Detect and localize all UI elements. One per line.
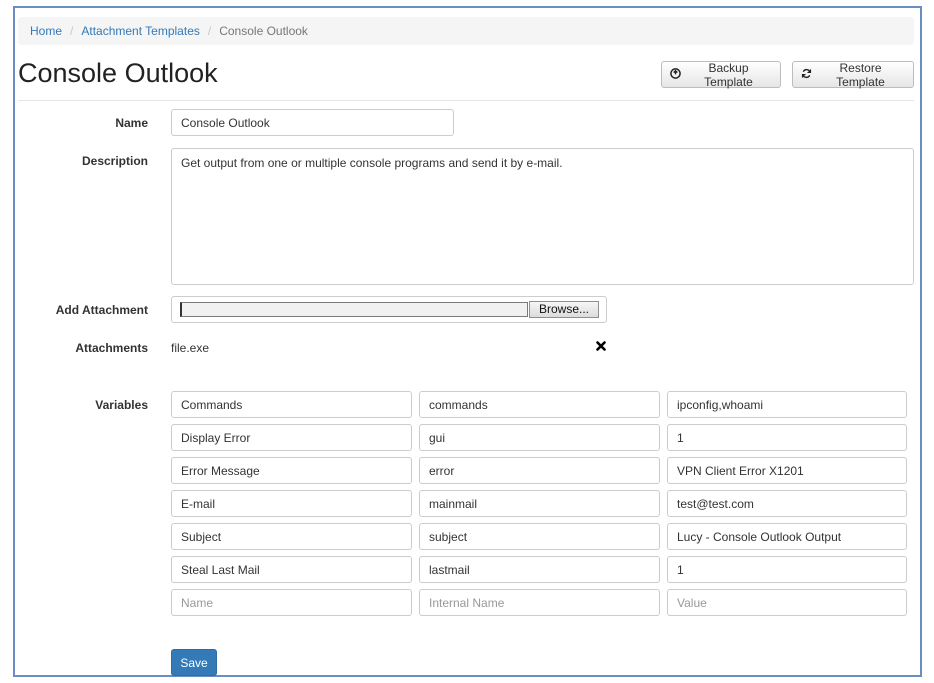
breadcrumb-attachment-templates[interactable]: Attachment Templates (81, 24, 200, 38)
variable-value-input[interactable] (667, 556, 907, 583)
variable-internal-input[interactable] (419, 490, 660, 517)
variable-internal-input[interactable] (419, 457, 660, 484)
variable-value-input[interactable] (667, 490, 907, 517)
backup-template-button[interactable]: Backup Template (661, 60, 781, 89)
header-divider (18, 100, 914, 101)
breadcrumb-current: Console Outlook (219, 24, 308, 38)
variable-internal-input[interactable] (419, 556, 660, 583)
variable-value-input[interactable] (667, 424, 907, 451)
attachments-label: Attachments (75, 341, 148, 355)
name-label: Name (115, 116, 148, 130)
breadcrumb: Home / Attachment Templates / Console Ou… (18, 17, 914, 45)
new-variable-value-input[interactable] (667, 589, 907, 616)
file-upload: Browse... (171, 296, 607, 323)
save-button[interactable]: Save (171, 649, 217, 676)
description-label: Description (81, 154, 148, 168)
variable-name-input[interactable] (171, 457, 412, 484)
variable-internal-input[interactable] (419, 424, 660, 451)
variable-value-input[interactable] (667, 457, 907, 484)
new-variable-internal-input[interactable] (419, 589, 660, 616)
add-attachment-label: Add Attachment (55, 303, 148, 317)
variables-label: Variables (95, 398, 148, 412)
backup-template-label: Backup Template (704, 60, 753, 89)
arrow-circle-icon (670, 67, 681, 82)
breadcrumb-separator: / (70, 24, 74, 38)
variable-name-input[interactable] (171, 391, 412, 418)
close-icon[interactable] (596, 339, 608, 353)
variable-name-input[interactable] (171, 523, 412, 550)
variable-internal-input[interactable] (419, 391, 660, 418)
variable-name-input[interactable] (171, 556, 412, 583)
breadcrumb-home[interactable]: Home (30, 24, 62, 38)
variable-name-input[interactable] (171, 424, 412, 451)
description-textarea[interactable]: Get output from one or multiple console … (171, 148, 914, 285)
file-path-field[interactable] (180, 302, 528, 317)
variable-value-input[interactable] (667, 523, 907, 550)
refresh-icon (801, 68, 812, 82)
breadcrumb-separator: / (207, 24, 212, 38)
restore-template-button[interactable]: Restore Template (792, 60, 914, 89)
attachment-filename: file.exe (171, 341, 210, 355)
new-variable-name-input[interactable] (171, 589, 412, 616)
name-input[interactable] (171, 109, 454, 136)
browse-button[interactable]: Browse... (529, 301, 599, 318)
variable-internal-input[interactable] (419, 523, 660, 550)
variable-name-input[interactable] (171, 490, 412, 517)
restore-template-label: Restore Template (836, 60, 885, 89)
page-title: Console Outlook (18, 58, 218, 88)
variable-value-input[interactable] (667, 391, 907, 418)
